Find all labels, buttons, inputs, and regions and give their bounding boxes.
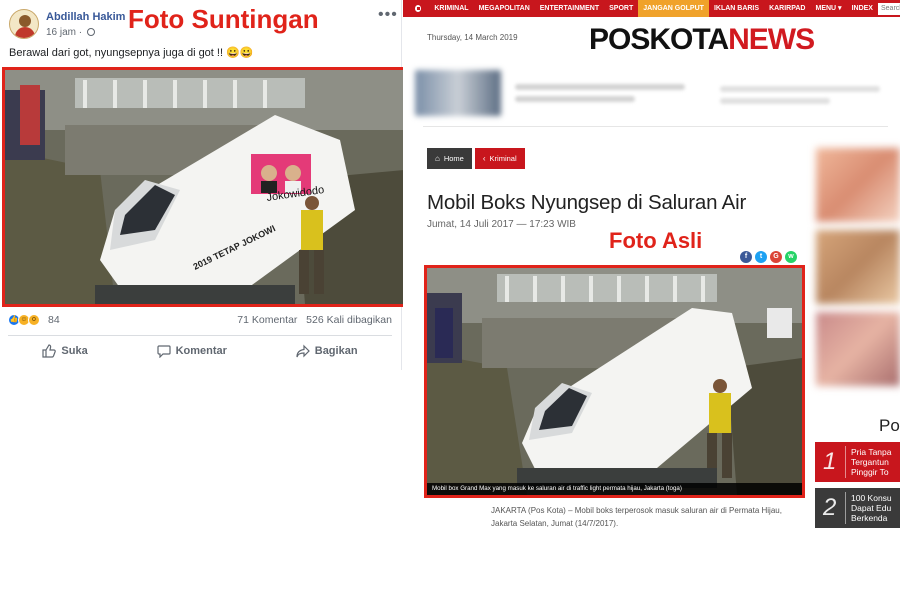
divider (8, 335, 392, 336)
popular-rank: 2 (823, 494, 837, 521)
whatsapp-share-icon[interactable]: w (785, 251, 797, 263)
nav-item-jangan-golput[interactable]: JANGAN GOLPUT (638, 0, 709, 17)
van-photo-original (427, 268, 802, 495)
share-label: Bagikan (314, 345, 358, 357)
globe-icon (86, 28, 95, 36)
blurred-sidebar-image (816, 312, 900, 386)
divider (845, 492, 846, 524)
share-buttons: f t G w (737, 251, 797, 263)
post-caption: Berawal dari got, nyungsepnya juga di go… (9, 47, 254, 59)
nav-item-menu[interactable]: MENU ▾ (811, 0, 847, 17)
comment-count[interactable]: 71 Komentar (237, 314, 297, 326)
article-body: JAKARTA (Pos Kota) – Mobil boks terperos… (491, 506, 782, 528)
like-button[interactable]: Suka (42, 340, 88, 362)
nav-item-sport[interactable]: SPORT (604, 0, 638, 17)
breadcrumb: ⌂ Home ‹ Kriminal (427, 148, 528, 169)
edited-photo-label: Foto Suntingan (128, 4, 319, 34)
chevron-left-icon: ‹ (482, 154, 486, 163)
post-time-text[interactable]: 16 jam · (46, 27, 82, 38)
blurred-text (515, 96, 635, 102)
more-options-icon[interactable]: ••• (378, 6, 398, 24)
blurred-sidebar-image (816, 230, 900, 304)
share-button[interactable]: Bagikan (296, 340, 358, 362)
comment-bubble-icon (156, 345, 171, 358)
blurred-sidebar-image (816, 148, 900, 222)
van-photo-edited: Jokowidodo 2019 TETAP JOKOWI (5, 70, 404, 304)
home-icon[interactable] (415, 5, 422, 12)
popular-title: 100 Konsu Dapat Edu Berkenda (851, 493, 892, 523)
nav-item-megapolitan[interactable]: MEGAPOLITAN (474, 0, 535, 17)
divider (845, 446, 846, 478)
nav-item-karirpad[interactable]: KARIRPAD (764, 0, 810, 17)
blurred-thumbnail (415, 70, 501, 116)
google-plus-share-icon[interactable]: G (770, 251, 782, 263)
nav-item-kriminal[interactable]: KRIMINAL (429, 0, 473, 17)
article-date: Jumat, 14 Juli 2017 — 17:23 WIB (427, 219, 576, 230)
search-input[interactable]: Search (877, 2, 900, 15)
original-photo-label: Foto Asli (609, 228, 703, 253)
like-label: Suka (61, 345, 88, 357)
popular-item[interactable]: 1 Pria Tanpa Tergantun Pinggir To (815, 442, 900, 482)
edited-photo[interactable]: Jokowidodo 2019 TETAP JOKOWI (2, 67, 407, 307)
nav-index-link[interactable]: INDEX (847, 5, 878, 12)
divider (423, 126, 888, 127)
home-icon: ⌂ (435, 154, 440, 163)
post-author[interactable]: Abdillah Hakim (46, 11, 125, 23)
popular-item[interactable]: 2 100 Konsu Dapat Edu Berkenda (815, 488, 900, 528)
share-count[interactable]: 526 Kali dibagikan (306, 314, 392, 326)
blurred-text (720, 98, 830, 104)
post-stats: 👍 ☺ o 84 71 Komentar 526 Kali dibagikan (8, 314, 392, 330)
blurred-text (720, 86, 880, 92)
breadcrumb-category[interactable]: ‹ Kriminal (474, 148, 525, 169)
comparison-collage: Abdillah Hakim 16 jam · ••• Foto Sunting… (0, 0, 900, 600)
original-photo[interactable]: Mobil box Grand Max yang masuk ke salura… (424, 265, 805, 498)
thumbs-up-icon (42, 344, 57, 358)
popular-rank: 1 (823, 448, 837, 475)
facebook-share-icon[interactable]: f (740, 251, 752, 263)
breadcrumb-category-label: Kriminal (489, 154, 517, 163)
facebook-post: Abdillah Hakim 16 jam · ••• Foto Sunting… (0, 0, 407, 370)
logo-text-left: POSKOTA (589, 23, 729, 56)
wow-reaction-icon: o (28, 314, 40, 326)
avatar[interactable] (9, 9, 39, 39)
share-arrow-icon (296, 344, 310, 358)
comment-label: Komentar (175, 345, 227, 357)
post-time[interactable]: 16 jam · (46, 27, 95, 38)
breadcrumb-home-label: Home (443, 154, 464, 163)
blurred-text (515, 84, 685, 90)
comment-share-counts: 71 Komentar 526 Kali dibagikan (237, 314, 392, 326)
nav-item-entertainment[interactable]: ENTERTAINMENT (535, 0, 604, 17)
twitter-share-icon[interactable]: t (755, 251, 767, 263)
logo-text-right: NEWS (728, 23, 815, 56)
popular-title: Pria Tanpa Tergantun Pinggir To (851, 447, 892, 477)
site-logo[interactable]: POSKOTANEWS (589, 22, 815, 58)
news-page: KRIMINAL MEGAPOLITAN ENTERTAINMENT SPORT… (403, 0, 900, 530)
article-headline: Mobil Boks Nyungsep di Saluran Air (427, 191, 747, 214)
reactions[interactable]: 👍 ☺ o (8, 314, 40, 326)
comment-button[interactable]: Komentar (156, 340, 227, 362)
post-actions: Suka Komentar Bagikan (8, 340, 392, 362)
photo-caption: Mobil box Grand Max yang masuk ke salura… (427, 483, 802, 495)
nav-item-iklan-baris[interactable]: IKLAN BARIS (709, 0, 764, 17)
reaction-count[interactable]: 84 (48, 314, 60, 326)
current-date: Thursday, 14 March 2019 (427, 33, 518, 42)
blurred-related-strip (415, 70, 900, 116)
popular-heading: Pop (879, 416, 900, 435)
top-navigation: KRIMINAL MEGAPOLITAN ENTERTAINMENT SPORT… (403, 0, 900, 17)
breadcrumb-home[interactable]: ⌂ Home (427, 148, 472, 169)
